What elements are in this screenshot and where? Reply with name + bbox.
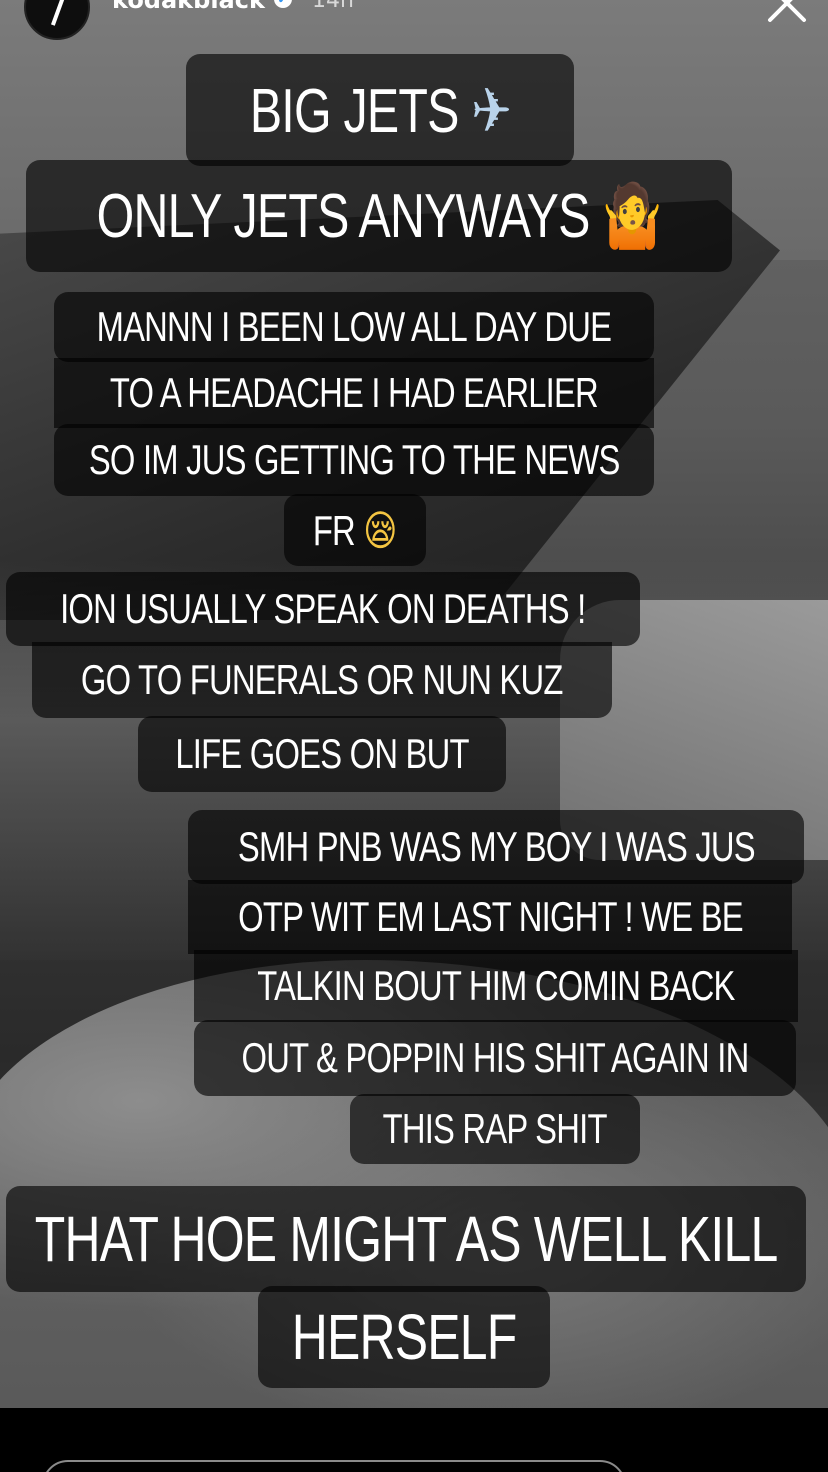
caption-only-jets: ONLY JETS ANYWAYS 🤷 bbox=[26, 160, 732, 272]
caption-headache-line-3: SO IM JUS GETTING TO THE NEWS bbox=[54, 424, 654, 496]
caption-headache-line-2: TO A HEADACHE I HAD EARLIER bbox=[54, 358, 654, 428]
caption-final-line-2: HERSELF bbox=[258, 1286, 550, 1388]
caption-pnb-text-5: THIS RAP SHIT bbox=[382, 1105, 608, 1152]
caption-pnb-line-4: OUT & POPPIN HIS SHIT AGAIN IN bbox=[194, 1020, 796, 1096]
caption-only-jets-text: ONLY JETS ANYWAYS bbox=[96, 182, 591, 251]
caption-deaths-line-1: ION USUALLY SPEAK ON DEATHS ! bbox=[6, 572, 640, 646]
verified-badge-icon: ✔ bbox=[274, 0, 292, 8]
caption-pnb-text-2: OTP WIT EM LAST NIGHT ! WE BE bbox=[237, 893, 743, 940]
caption-final-text-1: THAT HOE MIGHT AS WELL KILL bbox=[34, 1203, 779, 1275]
close-icon[interactable] bbox=[764, 0, 810, 26]
caption-headache-text-1: MANNN I BEEN LOW ALL DAY DUE bbox=[96, 303, 612, 350]
caption-deaths-text-2: GO TO FUNERALS OR NUN KUZ bbox=[81, 656, 563, 703]
caption-deaths-line-3: LIFE GOES ON BUT bbox=[138, 716, 506, 792]
caption-big-jets-text: BIG JETS bbox=[249, 76, 459, 146]
shrug-icon: 🤷 bbox=[602, 179, 662, 252]
post-time: 14h bbox=[312, 0, 354, 13]
username[interactable]: kodakblack bbox=[112, 0, 265, 14]
caption-headache-line-4: FR 😪 bbox=[284, 494, 426, 566]
caption-pnb-line-3: TALKIN BOUT HIM COMIN BACK bbox=[194, 950, 798, 1022]
caption-pnb-text-1: SMH PNB WAS MY BOY I WAS JUS bbox=[237, 823, 756, 870]
caption-final-line-1: THAT HOE MIGHT AS WELL KILL bbox=[6, 1186, 806, 1292]
caption-headache-text-2: TO A HEADACHE I HAD EARLIER bbox=[109, 369, 599, 416]
caption-deaths-line-2: GO TO FUNERALS OR NUN KUZ bbox=[32, 642, 612, 718]
avatar[interactable] bbox=[24, 0, 90, 40]
caption-final-text-2: HERSELF bbox=[291, 1301, 518, 1373]
caption-headache-text-3: SO IM JUS GETTING TO THE NEWS bbox=[88, 436, 620, 483]
reply-input[interactable] bbox=[42, 1460, 626, 1472]
caption-headache-text-4: FR bbox=[313, 506, 356, 554]
caption-big-jets: BIG JETS ✈ bbox=[186, 54, 574, 166]
caption-pnb-text-3: TALKIN BOUT HIM COMIN BACK bbox=[257, 962, 735, 1009]
caption-pnb-line-5: THIS RAP SHIT bbox=[350, 1094, 640, 1164]
airplane-icon: ✈ bbox=[470, 73, 512, 147]
caption-deaths-text-3: LIFE GOES ON BUT bbox=[175, 730, 469, 777]
more-options-icon[interactable]: ••• bbox=[690, 0, 730, 14]
caption-pnb-text-4: OUT & POPPIN HIS SHIT AGAIN IN bbox=[241, 1034, 750, 1081]
caption-headache-line-1: MANNN I BEEN LOW ALL DAY DUE bbox=[54, 292, 654, 362]
sleepy-face-icon: 😪 bbox=[363, 505, 398, 555]
caption-pnb-line-1: SMH PNB WAS MY BOY I WAS JUS bbox=[188, 810, 804, 884]
caption-deaths-text-1: ION USUALLY SPEAK ON DEATHS ! bbox=[60, 585, 586, 632]
story-image: BIG JETS ✈ ONLY JETS ANYWAYS 🤷 MANNN I B… bbox=[0, 0, 828, 1408]
story-header: kodakblack ✔ 14h ••• bbox=[0, 0, 828, 40]
caption-pnb-line-2: OTP WIT EM LAST NIGHT ! WE BE bbox=[188, 880, 792, 954]
